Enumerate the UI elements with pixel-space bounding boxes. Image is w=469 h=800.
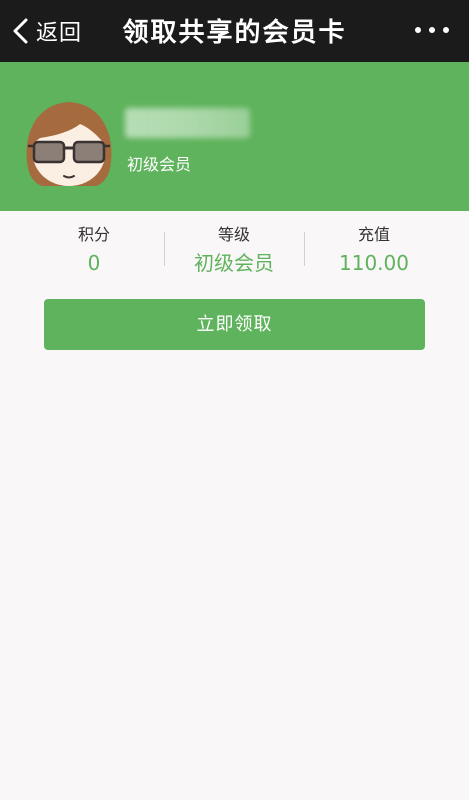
member-card-header: 初级会员 [0,62,469,211]
stat-label: 等级 [217,225,250,244]
dot [415,27,421,33]
stat-value: 初级会员 [194,251,274,275]
avatar[interactable] [20,98,118,190]
member-level-label: 初级会员 [127,155,192,174]
stat-value: 110.00 [339,251,409,275]
stat-recharge: 充值 110.00 [304,222,444,280]
claim-now-button[interactable]: 立即领取 [44,299,425,350]
dot [443,27,449,33]
username-blurred [125,108,250,138]
stat-label: 积分 [77,225,110,244]
dot [429,27,435,33]
member-stats: 积分 0 等级 初级会员 充值 110.00 [24,222,444,280]
more-dots-icon[interactable] [415,22,449,38]
page: 返回 领取共享的会员卡 初级会员 积分 0 等级 初级会员 充值 110.00 … [0,0,469,800]
stat-level: 等级 初级会员 [164,222,304,280]
stat-value: 0 [87,251,101,275]
page-title: 领取共享的会员卡 [122,18,347,48]
stat-points: 积分 0 [24,222,164,280]
top-navigation-bar: 返回 领取共享的会员卡 [0,0,469,62]
stat-label: 充值 [357,225,390,244]
